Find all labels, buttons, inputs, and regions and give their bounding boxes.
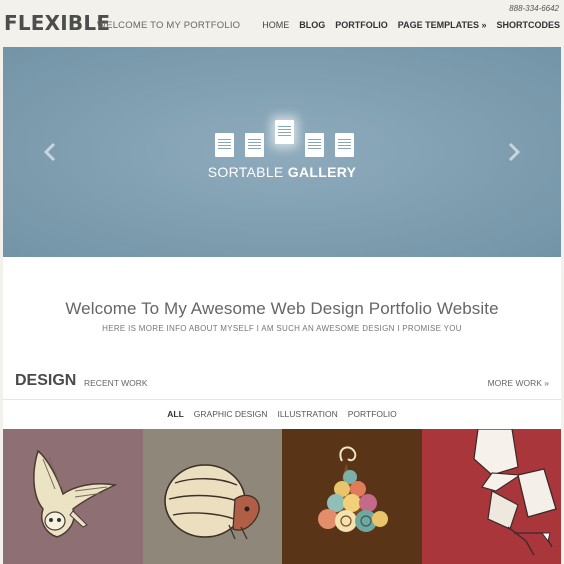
filter-portfolio[interactable]: PORTFOLIO [348, 409, 397, 419]
document-icon [245, 133, 264, 157]
nav-item-home[interactable]: HOME [262, 20, 289, 30]
nav-item-portfolio[interactable]: PORTFOLIO [335, 20, 388, 30]
portfolio-item-swirl-tree[interactable] [282, 429, 422, 564]
slide-caption: SORTABLE GALLERY [3, 164, 561, 180]
filter-illustration[interactable]: ILLUSTRATION [277, 409, 337, 419]
document-icon [305, 133, 324, 157]
filter-all[interactable]: ALL [167, 409, 184, 419]
document-icon [215, 133, 234, 157]
portfolio-item-sketch-figure[interactable] [421, 429, 561, 564]
site-header: FLEXIBLE WELCOME TO MY PORTFOLIO 888-334… [0, 0, 564, 46]
slide-caption-light: SORTABLE [207, 164, 284, 180]
document-icon [275, 120, 294, 144]
document-icons-group [212, 119, 357, 159]
welcome-title: Welcome To My Awesome Web Design Portfol… [65, 299, 499, 318]
main-content: Welcome To My Awesome Web Design Portfol… [3, 257, 561, 564]
portfolio-grid [3, 429, 561, 564]
owl-illustration [33, 449, 118, 538]
section-subtitle: RECENT WORK [84, 378, 148, 388]
welcome-subtitle: HERE IS MORE INFO ABOUT MYSELF I AM SUCH… [102, 324, 462, 333]
nav-item-blog[interactable]: BLOG [299, 20, 325, 30]
nav-item-page-templates[interactable]: PAGE TEMPLATES » [398, 20, 487, 30]
chevron-left-icon[interactable] [43, 142, 57, 162]
portfolio-item-armadillo[interactable] [142, 429, 282, 564]
filter-graphic-design[interactable]: GRAPHIC DESIGN [194, 409, 268, 419]
armadillo-illustration [163, 464, 260, 540]
swirl-tree-illustration [318, 446, 388, 532]
more-work-link[interactable]: MORE WORK » [488, 378, 549, 388]
site-tagline: WELCOME TO MY PORTFOLIO [97, 20, 241, 31]
site-logo[interactable]: FLEXIBLE [4, 11, 110, 35]
section-divider [3, 399, 561, 400]
portfolio-item-owl[interactable] [3, 429, 143, 564]
phone-number: 888-334-6642 [509, 4, 559, 13]
slide-caption-bold: GALLERY [287, 164, 357, 180]
main-nav: HOME BLOG PORTFOLIO PAGE TEMPLATES » SHO… [262, 20, 560, 30]
portfolio-filters: ALL GRAPHIC DESIGN ILLUSTRATION PORTFOLI… [3, 409, 561, 419]
document-icon [335, 133, 354, 157]
chevron-right-icon[interactable] [507, 142, 521, 162]
nav-item-shortcodes[interactable]: SHORTCODES [496, 20, 560, 30]
section-title: DESIGN [15, 372, 77, 389]
hero-slider: SORTABLE GALLERY [3, 47, 561, 257]
sketch-figure-illustration [472, 429, 557, 556]
